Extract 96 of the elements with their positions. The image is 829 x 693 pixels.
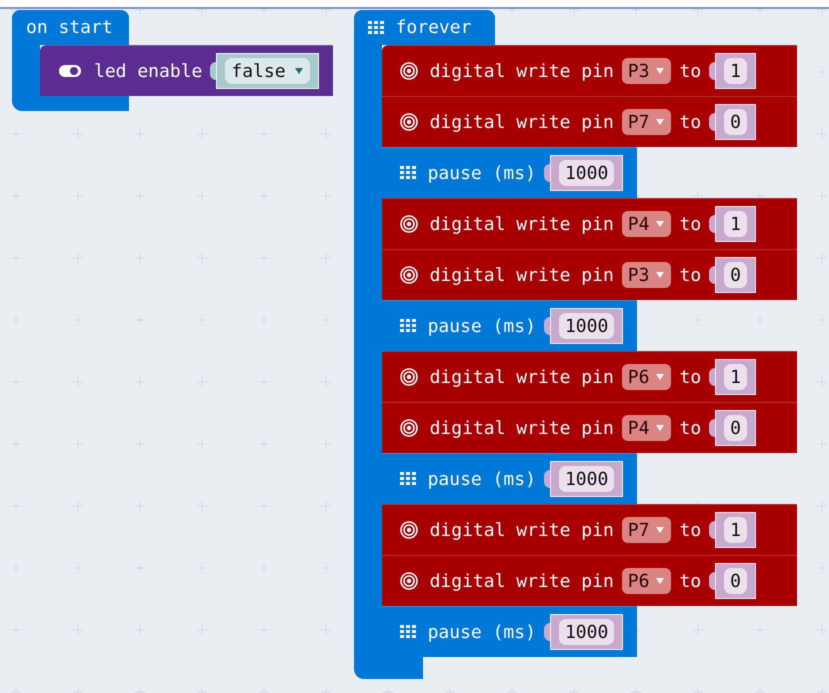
pause-block[interactable]: pause (ms) 1000 [382,300,638,351]
caret-icon [655,118,666,126]
caret-icon [655,67,666,75]
value-dropdown[interactable]: false [225,58,310,84]
led-enable-block[interactable]: led enable false [40,45,333,96]
slot-notch [709,266,716,284]
block-label: to [679,264,702,286]
number-field[interactable]: 0 [724,415,748,441]
target-icon [400,572,418,590]
block-label: to [679,214,702,234]
grid-icon [400,165,416,181]
target-icon [400,368,418,386]
caret-icon [294,67,304,75]
pin-dropdown[interactable]: P3 [622,58,672,84]
caret-icon [655,373,666,381]
target-icon [400,113,418,131]
target-icon [400,266,418,284]
number-field[interactable]: 1000 [558,160,614,186]
block-label: pause (ms) [428,468,536,490]
block-label: to [679,112,702,132]
target-icon [400,62,418,80]
digital-write-block[interactable]: digital write pin P7 to 1 [382,504,797,555]
number-field[interactable]: 1 [724,364,748,390]
block-label: forever [396,17,472,38]
grid-icon [400,318,416,334]
block-label: to [679,60,702,82]
block-label: to [679,520,702,540]
slot-notch [709,62,716,80]
slot-notch [210,62,216,80]
digital-write-block[interactable]: digital write pin P6 to 1 [382,351,797,402]
digital-write-block[interactable]: digital write pin P3 to 1 [382,45,797,96]
pause-block[interactable]: pause (ms) 1000 [382,606,638,657]
digital-write-block[interactable]: digital write pin P3 to 0 [382,249,797,300]
target-icon [400,215,418,233]
pin-dropdown[interactable]: P6 [622,568,672,594]
block-label: on start [26,17,113,38]
digital-write-block[interactable]: digital write pin P7 to 0 [382,96,797,147]
slot-notch [709,419,716,437]
block-label: pause (ms) [428,316,536,336]
block-label: digital write pin [430,112,614,132]
pin-dropdown[interactable]: P7 [622,517,672,543]
slot-notch [544,623,550,641]
slot-notch [544,164,550,182]
grid-icon [368,20,384,36]
number-field[interactable]: 1 [724,517,748,543]
target-icon [400,521,418,539]
number-field[interactable]: 1 [724,211,748,237]
toggle-icon [58,63,82,79]
caret-icon [655,271,666,279]
pause-block[interactable]: pause (ms) 1000 [382,453,638,504]
slot-notch [544,470,550,488]
digital-write-block[interactable]: digital write pin P4 to 0 [382,402,797,453]
number-field[interactable]: 1 [724,58,748,84]
caret-icon [655,220,666,228]
block-label: digital write pin [430,264,614,286]
block-label: digital write pin [430,214,614,234]
pin-dropdown[interactable]: P3 [622,262,672,288]
number-field[interactable]: 1000 [558,466,614,492]
caret-icon [655,424,666,432]
block-label: digital write pin [430,60,614,82]
slot-notch [709,521,716,539]
digital-write-block[interactable]: digital write pin P6 to 0 [382,555,797,606]
block-label: to [679,570,702,592]
block-label: to [679,418,702,438]
slot-notch [709,215,716,233]
pin-dropdown[interactable]: P6 [622,364,672,390]
slot-notch [709,572,716,590]
pin-dropdown[interactable]: P7 [622,109,672,135]
target-icon [400,419,418,437]
number-field[interactable]: 1000 [558,313,614,339]
number-field[interactable]: 0 [724,568,748,594]
pin-dropdown[interactable]: P4 [622,211,672,237]
forever-block[interactable]: forever [354,10,495,45]
number-field[interactable]: 0 [724,262,748,288]
slot-notch [709,113,716,131]
caret-icon [655,577,666,585]
number-field[interactable]: 0 [724,109,748,135]
block-label: digital write pin [430,520,614,540]
slot-notch [544,317,550,335]
on-start-block[interactable]: on start [12,10,129,45]
grid-icon [400,624,416,640]
block-label: pause (ms) [428,622,536,642]
slot-notch [709,368,716,386]
block-label: led enable [94,60,202,82]
pin-dropdown[interactable]: P4 [622,415,672,441]
block-label: digital write pin [430,366,614,388]
block-label: digital write pin [430,418,614,438]
pause-block[interactable]: pause (ms) 1000 [382,147,638,198]
digital-write-block[interactable]: digital write pin P4 to 1 [382,198,797,249]
number-field[interactable]: 1000 [558,619,614,645]
block-label: to [679,366,702,388]
block-label: pause (ms) [428,162,536,184]
block-footer [354,657,423,679]
grid-icon [400,471,416,487]
block-label: digital write pin [430,570,614,592]
caret-icon [655,526,666,534]
